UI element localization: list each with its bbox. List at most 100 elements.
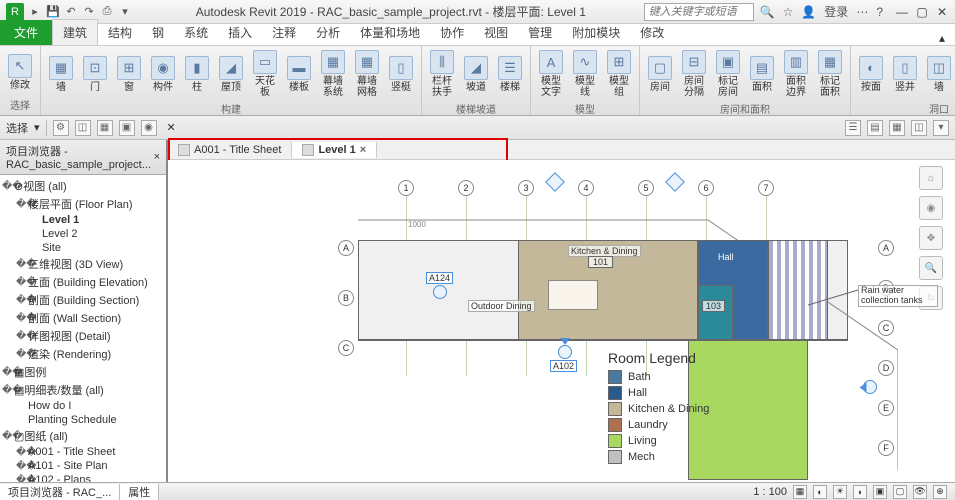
status-tab-properties[interactable]: 属性: [120, 484, 159, 500]
status-tab-browser[interactable]: 项目浏览器 - RAC_...: [0, 484, 120, 500]
tree-node[interactable]: ��A101 - Site Plan: [2, 459, 164, 473]
ribbon-button[interactable]: ▢房间: [644, 48, 676, 100]
ribbon-tab[interactable]: 附加模块: [562, 20, 630, 45]
tree-node[interactable]: ��剖面 (Wall Section): [2, 309, 164, 327]
ribbon-tab[interactable]: 钢: [142, 20, 174, 45]
redo-icon[interactable]: ↷: [82, 5, 96, 19]
expand-icon[interactable]: ��: [16, 447, 28, 458]
viewbar-icon-5[interactable]: ▾: [933, 120, 949, 136]
document-tab[interactable]: Level 1×: [292, 142, 377, 158]
expand-icon[interactable]: ��: [16, 475, 28, 483]
ribbon-collapse-icon[interactable]: ▴: [929, 31, 955, 45]
tree-node[interactable]: Level 2: [2, 227, 164, 241]
tree-node[interactable]: ��剖面 (Building Section): [2, 291, 164, 309]
expand-icon[interactable]: ��: [2, 385, 14, 396]
app-menu-icon[interactable]: R: [6, 3, 24, 21]
ribbon-button[interactable]: ◐按面: [855, 48, 887, 100]
expand-icon[interactable]: ��: [2, 181, 14, 192]
ribbon-button[interactable]: ∿模型 线: [569, 48, 601, 100]
detail-level-icon[interactable]: ▦: [793, 485, 807, 499]
filter-icon[interactable]: ⚙: [53, 120, 69, 136]
exchange-icon[interactable]: ⋯: [856, 5, 868, 19]
minimize-button[interactable]: —: [893, 5, 911, 19]
viewbar-icon-2[interactable]: ▤: [867, 120, 883, 136]
tree-node[interactable]: ��▦ 图例: [2, 363, 164, 381]
visual-style-icon[interactable]: ◐: [813, 485, 827, 499]
ribbon-button[interactable]: ⊟房间 分隔: [678, 48, 710, 100]
tree-node[interactable]: ��立面 (Building Elevation): [2, 273, 164, 291]
expand-icon[interactable]: ��: [16, 461, 28, 472]
expand-icon[interactable]: ��: [16, 199, 28, 210]
tree-node[interactable]: ��渲染 (Rendering): [2, 345, 164, 363]
ribbon-button[interactable]: ◢屋顶: [215, 48, 247, 100]
save-icon[interactable]: 💾: [46, 5, 60, 19]
nav-wheel-icon[interactable]: ◉: [919, 196, 943, 220]
ribbon-button[interactable]: ▦幕墙 系统: [317, 48, 349, 100]
ribbon-button[interactable]: ⫼栏杆扶手: [426, 48, 458, 100]
select-dropdown-icon[interactable]: ▾: [34, 121, 40, 134]
signin-icon[interactable]: 👤: [801, 5, 816, 19]
ribbon-button[interactable]: ▯竖井: [889, 48, 921, 100]
ribbon-button[interactable]: ▯竖梃: [385, 48, 417, 100]
ribbon-tab[interactable]: 协作: [430, 20, 474, 45]
ribbon-button[interactable]: ⊡门: [79, 48, 111, 100]
project-browser-tree[interactable]: ��⊙ 视图 (all)��楼层平面 (Floor Plan)Level 1Le…: [0, 175, 166, 482]
ribbon-tab[interactable]: 系统: [174, 20, 218, 45]
help-icon[interactable]: ?: [876, 5, 883, 19]
reveal-icon[interactable]: ⊕: [933, 485, 947, 499]
ribbon-button[interactable]: ⊞模型 组: [603, 48, 635, 100]
viewbar-icon-1[interactable]: ☰: [845, 120, 861, 136]
nav-home-icon[interactable]: ⌂: [919, 166, 943, 190]
qat-more-icon[interactable]: ▾: [118, 5, 132, 19]
signin-label[interactable]: 登录: [824, 3, 848, 20]
close-button[interactable]: ✕: [933, 5, 951, 19]
tree-node[interactable]: Planting Schedule: [2, 413, 164, 427]
ribbon-tab[interactable]: 视图: [474, 20, 518, 45]
ribbon-button[interactable]: ▤面积: [746, 48, 778, 100]
tree-node[interactable]: ��⊙ 视图 (all): [2, 177, 164, 195]
tree-node[interactable]: ��A001 - Title Sheet: [2, 445, 164, 459]
favorite-icon[interactable]: ☆: [783, 5, 794, 19]
opt-icon-4[interactable]: ▣: [119, 120, 135, 136]
opt-icon-3[interactable]: ▦: [97, 120, 113, 136]
expand-icon[interactable]: ��: [16, 277, 28, 288]
ribbon-button[interactable]: ☰楼梯: [494, 48, 526, 100]
ribbon-tab[interactable]: 插入: [218, 20, 262, 45]
print-icon[interactable]: ⎙: [100, 5, 114, 19]
ribbon-button[interactable]: A模型 文字: [535, 48, 567, 100]
expand-icon[interactable]: ��: [2, 367, 14, 378]
ribbon-tab[interactable]: 建筑: [52, 19, 98, 45]
scale-label[interactable]: 1 : 100: [753, 486, 787, 498]
sun-path-icon[interactable]: ☀: [833, 485, 847, 499]
expand-icon[interactable]: ��: [16, 259, 28, 270]
tree-node[interactable]: How do I: [2, 399, 164, 413]
ribbon-button[interactable]: ↖修改: [4, 48, 36, 96]
document-tab[interactable]: A001 - Title Sheet: [168, 142, 292, 158]
file-tab[interactable]: 文件: [0, 20, 52, 45]
tree-node[interactable]: ��详图视图 (Detail): [2, 327, 164, 345]
expand-icon[interactable]: ��: [16, 331, 28, 342]
ribbon-button[interactable]: ⊞窗: [113, 48, 145, 100]
ribbon-button[interactable]: ▦标记 面积: [814, 48, 846, 100]
maximize-button[interactable]: ▢: [913, 5, 931, 19]
tree-node[interactable]: ��三维视图 (3D View): [2, 255, 164, 273]
expand-icon[interactable]: ��: [2, 431, 14, 442]
nav-zoom-icon[interactable]: 🔍: [919, 256, 943, 280]
ribbon-button[interactable]: ▬楼板: [283, 48, 315, 100]
tree-node[interactable]: ��▢ 图纸 (all): [2, 427, 164, 445]
ribbon-button[interactable]: ▦幕墙 网格: [351, 48, 383, 100]
viewbar-icon-3[interactable]: ▦: [889, 120, 905, 136]
ribbon-button[interactable]: ◢坡道: [460, 48, 492, 100]
ribbon-button[interactable]: ▮柱: [181, 48, 213, 100]
opt-icon-5[interactable]: ◉: [141, 120, 157, 136]
ribbon-button[interactable]: ◉构件: [147, 48, 179, 100]
help-search-input[interactable]: [644, 3, 754, 21]
expand-icon[interactable]: ��: [16, 349, 28, 360]
ribbon-tab[interactable]: 管理: [518, 20, 562, 45]
ribbon-button[interactable]: ◫墙: [923, 48, 955, 100]
drawing-canvas[interactable]: ⌂ ◉ ✥ 🔍 ↻ 1234567 ABC ABCDEF: [168, 160, 955, 482]
expand-icon[interactable]: ��: [16, 295, 28, 306]
infocentre-icon[interactable]: 🔍: [760, 5, 775, 19]
ribbon-button[interactable]: ▥面积 边界: [780, 48, 812, 100]
open-icon[interactable]: ▸: [28, 5, 42, 19]
